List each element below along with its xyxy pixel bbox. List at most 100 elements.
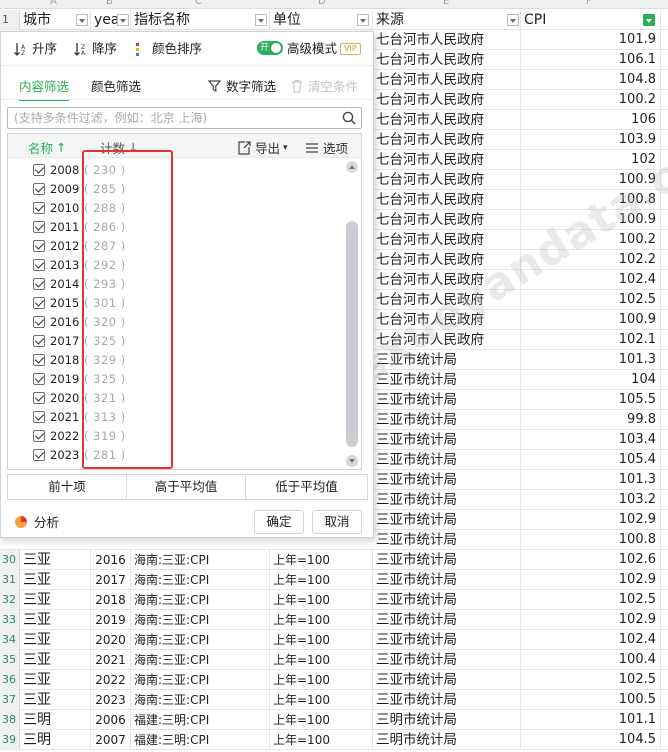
item-checkbox[interactable]: [33, 335, 45, 347]
cpi-cell[interactable]: 100.9: [521, 310, 661, 330]
scroll-thumb[interactable]: [346, 221, 358, 447]
item-checkbox[interactable]: [33, 449, 45, 461]
unit-cell[interactable]: 上年=100: [270, 670, 373, 690]
cpi-cell[interactable]: 102.5: [521, 290, 661, 310]
search-icon[interactable]: [341, 110, 357, 126]
year-cell[interactable]: 2007: [91, 730, 131, 750]
source-cell[interactable]: 三明市统计局: [373, 710, 521, 730]
col-letter-c[interactable]: C: [195, 0, 202, 7]
col-letter-f[interactable]: F: [586, 0, 592, 7]
item-checkbox[interactable]: [33, 373, 45, 385]
item-checkbox[interactable]: [33, 316, 45, 328]
source-cell[interactable]: 三亚市统计局: [373, 470, 521, 490]
list-item[interactable]: 2015 ( 301 ): [8, 294, 343, 313]
cpi-cell[interactable]: 102.9: [521, 570, 661, 590]
col-letter-d[interactable]: D: [318, 0, 326, 7]
cpi-cell[interactable]: 104.8: [521, 70, 661, 90]
year-cell[interactable]: 2017: [91, 570, 131, 590]
source-cell[interactable]: 三亚市统计局: [373, 450, 521, 470]
indicator-cell[interactable]: 福建:三明:CPI: [131, 710, 270, 730]
source-cell[interactable]: 三亚市统计局: [373, 390, 521, 410]
cpi-cell[interactable]: 100.8: [521, 530, 661, 550]
row-number[interactable]: 31: [0, 570, 20, 590]
source-cell[interactable]: 三亚市统计局: [373, 350, 521, 370]
city-cell[interactable]: 三亚: [20, 670, 91, 690]
analysis-button[interactable]: 分析: [13, 512, 59, 531]
city-cell[interactable]: 三亚: [20, 630, 91, 650]
cpi-cell[interactable]: 102.2: [521, 250, 661, 270]
row-number[interactable]: 32: [0, 590, 20, 610]
source-cell[interactable]: 三亚市统计局: [373, 610, 521, 630]
source-cell[interactable]: 三亚市统计局: [373, 370, 521, 390]
cpi-cell[interactable]: 103.2: [521, 490, 661, 510]
header-source[interactable]: 来源: [373, 10, 521, 30]
indicator-cell[interactable]: 海南:三亚:CPI: [131, 670, 270, 690]
filter-dropdown-icon[interactable]: [507, 14, 519, 26]
cpi-cell[interactable]: 102.9: [521, 610, 661, 630]
list-item[interactable]: 2019 ( 325 ): [8, 370, 343, 389]
header-unit[interactable]: 单位: [270, 10, 373, 30]
year-cell[interactable]: 2020: [91, 630, 131, 650]
list-item[interactable]: 2014 ( 293 ): [8, 275, 343, 294]
header-city[interactable]: 城市: [20, 10, 91, 30]
cpi-cell[interactable]: 102.4: [521, 630, 661, 650]
item-checkbox[interactable]: [33, 202, 45, 214]
list-item[interactable]: 2020 ( 321 ): [8, 389, 343, 408]
item-checkbox[interactable]: [33, 183, 45, 195]
unit-cell[interactable]: 上年=100: [270, 590, 373, 610]
list-item[interactable]: 2017 ( 325 ): [8, 332, 343, 351]
source-cell[interactable]: 三亚市统计局: [373, 550, 521, 570]
row-number[interactable]: 35: [0, 650, 20, 670]
list-item[interactable]: 2016 ( 320 ): [8, 313, 343, 332]
indicator-cell[interactable]: 海南:三亚:CPI: [131, 690, 270, 710]
source-cell[interactable]: 三明市统计局: [373, 730, 521, 750]
source-cell[interactable]: 三亚市统计局: [373, 590, 521, 610]
row-number[interactable]: 1: [0, 10, 20, 30]
city-cell[interactable]: 三明: [20, 730, 91, 750]
advanced-mode-toggle[interactable]: 开: [257, 41, 283, 55]
col-letter-b[interactable]: B: [106, 0, 113, 7]
list-item[interactable]: 2018 ( 329 ): [8, 351, 343, 370]
year-cell[interactable]: 2022: [91, 670, 131, 690]
top-ten-button[interactable]: 前十项: [8, 475, 126, 499]
list-item[interactable]: 2012 ( 287 ): [8, 237, 343, 256]
cpi-cell[interactable]: 101.1: [521, 710, 661, 730]
row-number[interactable]: 36: [0, 670, 20, 690]
indicator-cell[interactable]: 海南:三亚:CPI: [131, 650, 270, 670]
item-checkbox[interactable]: [33, 354, 45, 366]
sort-by-name-button[interactable]: 名称 ↑: [28, 138, 67, 157]
tab-content-filter[interactable]: 内容筛选: [19, 76, 70, 101]
cpi-cell[interactable]: 103.4: [521, 430, 661, 450]
city-cell[interactable]: 三亚: [20, 570, 91, 590]
list-item[interactable]: 2021 ( 313 ): [8, 408, 343, 427]
unit-cell[interactable]: 上年=100: [270, 610, 373, 630]
indicator-cell[interactable]: 海南:三亚:CPI: [131, 590, 270, 610]
cpi-cell[interactable]: 100.2: [521, 90, 661, 110]
source-cell[interactable]: 三亚市统计局: [373, 570, 521, 590]
tab-color-filter[interactable]: 颜色筛选: [91, 76, 141, 95]
cpi-cell[interactable]: 102.6: [521, 550, 661, 570]
year-cell[interactable]: 2023: [91, 690, 131, 710]
source-cell[interactable]: 三亚市统计局: [373, 410, 521, 430]
source-cell[interactable]: 七台河市人民政府: [373, 250, 521, 270]
item-checkbox[interactable]: [33, 392, 45, 404]
row-number[interactable]: 37: [0, 690, 20, 710]
item-checkbox[interactable]: [33, 411, 45, 423]
cpi-cell[interactable]: 105.5: [521, 390, 661, 410]
cpi-cell[interactable]: 99.8: [521, 410, 661, 430]
sort-by-count-button[interactable]: 计数 ↓: [100, 138, 139, 157]
source-cell[interactable]: 七台河市人民政府: [373, 210, 521, 230]
source-cell[interactable]: 七台河市人民政府: [373, 230, 521, 250]
unit-cell[interactable]: 上年=100: [270, 730, 373, 750]
indicator-cell[interactable]: 海南:三亚:CPI: [131, 630, 270, 650]
filter-search-input[interactable]: [14, 108, 334, 128]
item-checkbox[interactable]: [33, 278, 45, 290]
cpi-cell[interactable]: 106: [521, 110, 661, 130]
clear-conditions-button[interactable]: 清空条件: [289, 76, 358, 95]
cpi-cell[interactable]: 101.3: [521, 350, 661, 370]
options-button[interactable]: 选项: [304, 138, 348, 157]
cpi-cell[interactable]: 102.9: [521, 510, 661, 530]
cpi-cell[interactable]: 100.5: [521, 690, 661, 710]
cpi-cell[interactable]: 100.9: [521, 210, 661, 230]
item-checkbox[interactable]: [33, 297, 45, 309]
